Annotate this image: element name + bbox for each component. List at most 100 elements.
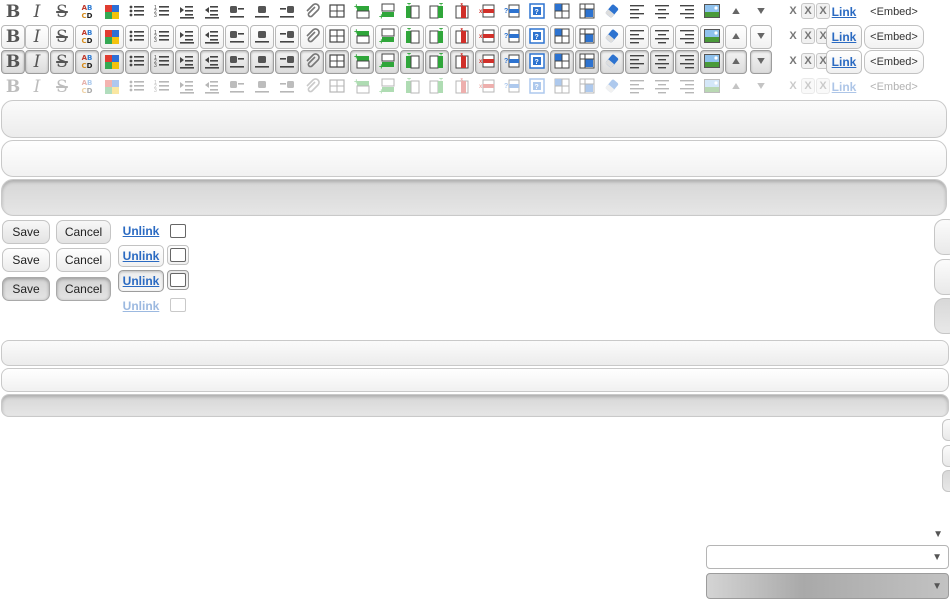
align-center-button[interactable]: [650, 50, 674, 74]
save-button-hover[interactable]: Save: [2, 248, 50, 272]
merge-cells-button[interactable]: [575, 25, 599, 49]
help-button[interactable]: ?: [500, 0, 524, 24]
arrow-down-button[interactable]: [750, 25, 772, 49]
italic-button[interactable]: I: [25, 0, 49, 24]
checkbox[interactable]: [170, 224, 186, 238]
eraser-button[interactable]: [600, 50, 624, 74]
link-button[interactable]: Link: [826, 25, 862, 49]
help-button[interactable]: ?: [500, 25, 524, 49]
color-button[interactable]: [100, 50, 124, 74]
delete-row-button[interactable]: x: [475, 50, 499, 74]
insert-row-above-button[interactable]: +: [350, 25, 374, 49]
remove-format-icon[interactable]: X: [786, 3, 800, 19]
align-left-block-button[interactable]: [225, 0, 249, 24]
attachment-button[interactable]: [300, 50, 324, 74]
arrow-up-button[interactable]: [725, 25, 747, 49]
align-right-block-button[interactable]: [275, 25, 299, 49]
thin-bar-hover[interactable]: [1, 368, 949, 392]
link-button[interactable]: Link: [826, 50, 862, 74]
wide-bar-normal[interactable]: [1, 100, 947, 138]
color-button[interactable]: [100, 25, 124, 49]
table-button[interactable]: [325, 50, 349, 74]
spellcheck-button[interactable]: AB CD: [75, 0, 99, 24]
image-button[interactable]: [700, 25, 724, 49]
embed-button[interactable]: <Embed>: [864, 50, 924, 74]
table-button[interactable]: [325, 0, 349, 24]
remove-format-icon[interactable]: X: [786, 53, 800, 69]
delete-row-button[interactable]: x: [475, 25, 499, 49]
checkbox[interactable]: [170, 248, 186, 262]
dropdown-plain[interactable]: ▼: [919, 522, 949, 546]
insert-row-above-button[interactable]: +: [350, 50, 374, 74]
delete-row-button[interactable]: x: [475, 0, 499, 24]
side-tab-normal[interactable]: [934, 219, 950, 255]
arrow-down-button[interactable]: [750, 0, 772, 24]
align-right-button[interactable]: [675, 0, 699, 24]
cancel-button[interactable]: Cancel: [56, 220, 111, 244]
help-button[interactable]: ?: [500, 50, 524, 74]
align-left-block-button[interactable]: [225, 50, 249, 74]
eraser-button[interactable]: [600, 25, 624, 49]
align-left-button[interactable]: [625, 25, 649, 49]
bullet-list-button[interactable]: [125, 25, 149, 49]
checkbox-active-wrap[interactable]: [167, 270, 189, 290]
link-button[interactable]: Link: [826, 0, 862, 24]
align-right-button[interactable]: [675, 25, 699, 49]
table-props-button[interactable]: ?: [525, 25, 549, 49]
remove-format-icon[interactable]: X: [801, 28, 815, 44]
indent-button[interactable]: [175, 25, 199, 49]
align-center-button[interactable]: [650, 25, 674, 49]
dropdown-active[interactable]: ▼: [706, 573, 949, 599]
cell-props-button[interactable]: [550, 25, 574, 49]
numbered-list-button[interactable]: 123: [150, 0, 174, 24]
merge-cells-button[interactable]: [575, 50, 599, 74]
bullet-list-button[interactable]: [125, 0, 149, 24]
image-button[interactable]: [700, 50, 724, 74]
checkbox-normal-wrap[interactable]: [167, 221, 189, 241]
bullet-list-button[interactable]: [125, 50, 149, 74]
table-button[interactable]: [325, 25, 349, 49]
remove-format-icon[interactable]: X: [801, 53, 815, 69]
embed-button[interactable]: <Embed>: [864, 25, 924, 49]
delete-column-button[interactable]: x: [450, 50, 474, 74]
remove-format-icon[interactable]: X: [786, 28, 800, 44]
insert-row-below-button[interactable]: +: [375, 50, 399, 74]
arrow-up-button[interactable]: [725, 50, 747, 74]
side-tab-hover[interactable]: [934, 259, 950, 295]
insert-column-right-button[interactable]: +: [425, 50, 449, 74]
checkbox-hover-wrap[interactable]: [167, 245, 189, 265]
unlink-button-active[interactable]: Unlink: [118, 270, 164, 292]
attachment-button[interactable]: [300, 0, 324, 24]
strikethrough-button[interactable]: S: [50, 0, 74, 24]
indent-button[interactable]: [175, 0, 199, 24]
cell-props-button[interactable]: [550, 0, 574, 24]
outdent-button[interactable]: [200, 50, 224, 74]
insert-row-above-button[interactable]: +: [350, 0, 374, 24]
embed-button[interactable]: <Embed>: [864, 0, 924, 24]
save-button[interactable]: Save: [2, 220, 50, 244]
cancel-button-active[interactable]: Cancel: [56, 277, 111, 301]
cell-props-button[interactable]: [550, 50, 574, 74]
delete-column-button[interactable]: x: [450, 25, 474, 49]
strikethrough-button[interactable]: S: [50, 25, 74, 49]
unlink-button-hover[interactable]: Unlink: [118, 245, 164, 267]
indent-button[interactable]: [175, 50, 199, 74]
merge-cells-button[interactable]: [575, 0, 599, 24]
thin-bar-normal[interactable]: [1, 340, 949, 366]
numbered-list-button[interactable]: 123: [150, 50, 174, 74]
align-right-block-button[interactable]: [275, 50, 299, 74]
save-button-active[interactable]: Save: [2, 277, 50, 301]
insert-column-left-button[interactable]: +: [400, 0, 424, 24]
bold-button[interactable]: B: [1, 25, 25, 49]
align-right-button[interactable]: [675, 50, 699, 74]
italic-button[interactable]: I: [25, 25, 49, 49]
insert-column-left-button[interactable]: +: [400, 25, 424, 49]
insert-row-below-button[interactable]: +: [375, 25, 399, 49]
side-tab-small-hover[interactable]: [942, 445, 950, 467]
insert-column-right-button[interactable]: +: [425, 25, 449, 49]
bold-button[interactable]: B: [1, 50, 25, 74]
delete-column-button[interactable]: x: [450, 0, 474, 24]
eraser-button[interactable]: [600, 0, 624, 24]
unlink-button[interactable]: Unlink: [118, 220, 164, 242]
wide-bar-hover[interactable]: [1, 140, 947, 177]
